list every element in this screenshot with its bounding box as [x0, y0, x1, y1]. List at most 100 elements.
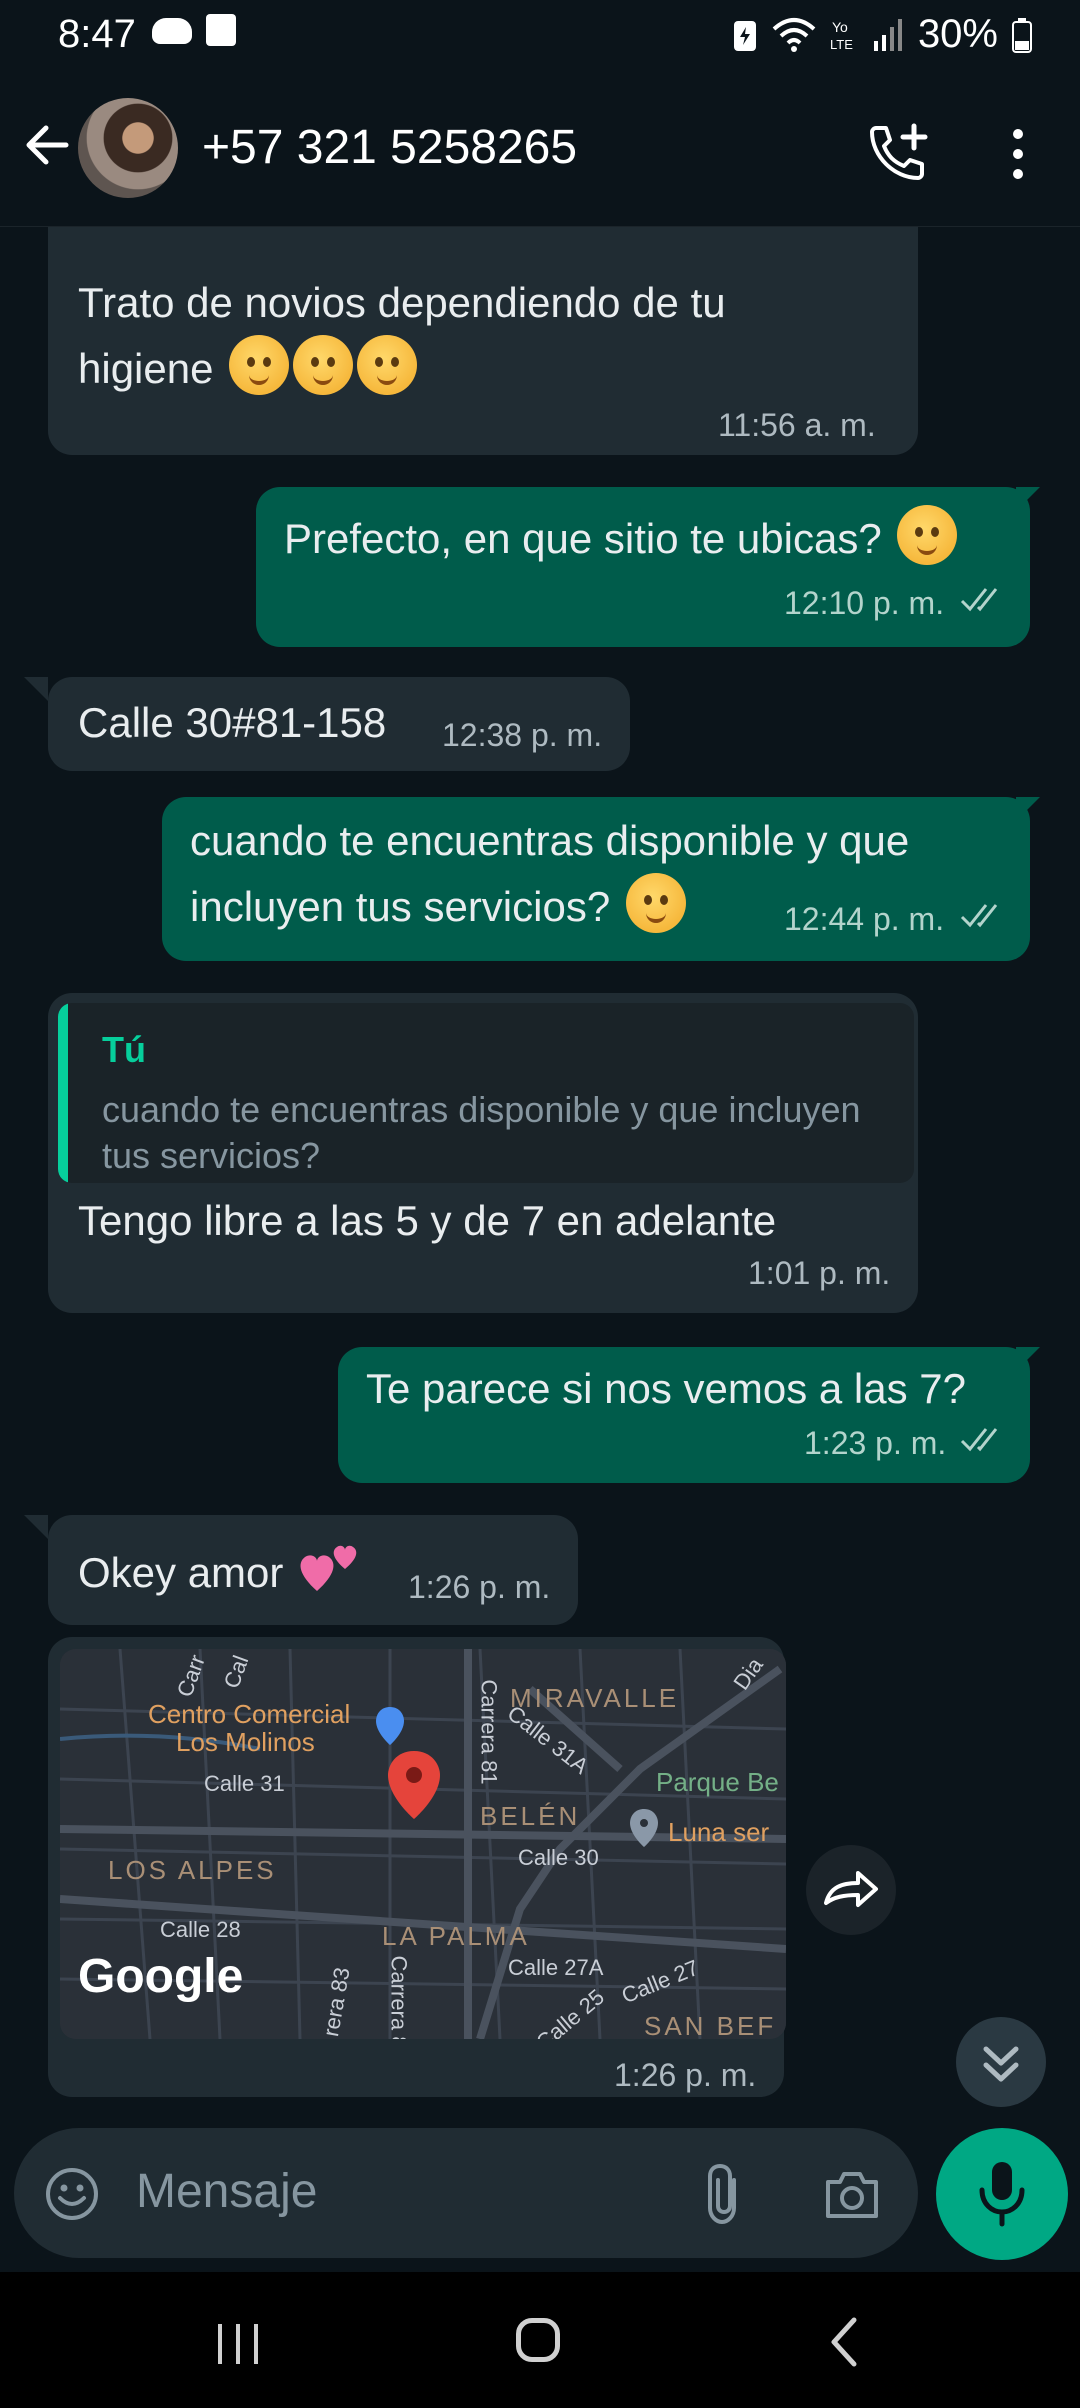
volte-icon: Yo LTE: [830, 19, 853, 52]
map-label-street: Carrera 8: [386, 1955, 412, 2039]
message-text: Tengo libre a las 5 y de 7 en adelante: [78, 1197, 777, 1244]
message-text: Okey amor: [78, 1535, 365, 1605]
quote-bar: [58, 1003, 68, 1183]
yum-face-emoji: [625, 873, 686, 933]
map-label-district: MIRAVALLE: [510, 1683, 680, 1713]
message-input[interactable]: Mensaje: [136, 2164, 317, 2219]
map-label-street: Calle 27A: [508, 1955, 604, 1980]
message-outgoing[interactable]: Prefecto, en que sitio te ubicas? 12:10 …: [256, 487, 1040, 647]
chat-area[interactable]: Trato de novios dependiendo de tu higien…: [0, 227, 1080, 2133]
avatar[interactable]: [78, 98, 178, 198]
scroll-to-bottom-button[interactable]: [956, 2017, 1046, 2107]
status-right: Yo LTE 30%: [732, 12, 1032, 57]
map-label-street: Calle 30: [518, 1845, 599, 1870]
svg-text:Yo: Yo: [832, 19, 848, 35]
message-text: Calle 30#81-158: [78, 699, 387, 746]
map-label-poi: Los Molinos: [176, 1727, 315, 1757]
map-label-street: Carrera 81: [476, 1679, 502, 1785]
message-text: Trato de novios dependiendo de tu: [78, 279, 726, 326]
message-text-line: incluyen tus servicios?: [190, 883, 611, 930]
battery-saver-icon: [733, 20, 756, 51]
microphone-icon: [979, 2162, 1025, 2227]
map-label-district: SAN BEF: [644, 2011, 777, 2039]
bubble-tail: [24, 1515, 48, 1539]
map-label-street: Calle 31: [204, 1771, 285, 1796]
quote-text: cuando te encuentras disponible y que in…: [102, 1089, 861, 1176]
message-time: 12:10 p. m.: [784, 585, 945, 621]
battery-percent: 30%: [917, 12, 998, 56]
svg-text:LTE: LTE: [830, 37, 853, 52]
message-time: 1:26 p. m.: [614, 2057, 757, 2093]
notification-icon: [152, 18, 192, 44]
message-text: cuando te encuentras disponible y que: [190, 817, 910, 864]
message-time: 12:38 p. m.: [442, 717, 603, 753]
message-text: higiene: [78, 335, 418, 401]
bubble-tail: [24, 677, 48, 701]
forward-button[interactable]: [806, 1845, 896, 1935]
quoted-message[interactable]: Tú cuando te encuentras disponible y que…: [58, 1003, 914, 1183]
message-outgoing[interactable]: cuando te encuentras disponible y que in…: [162, 797, 1040, 961]
message-text-line: Okey amor: [78, 1549, 284, 1596]
location-map[interactable]: Centro Comercial Los Molinos MIRAVALLE P…: [60, 1649, 786, 2039]
double-check-icon: [960, 904, 998, 928]
message-incoming[interactable]: Trato de novios dependiendo de tu higien…: [48, 227, 918, 455]
message-text: Te parece si nos vemos a las 7?: [366, 1365, 966, 1412]
double-check-icon: [960, 588, 998, 612]
recent-apps-icon[interactable]: [214, 2322, 264, 2366]
battery-icon: [1012, 17, 1032, 53]
message-incoming-reply[interactable]: Tú cuando te encuentras disponible y que…: [48, 993, 918, 1313]
map-label-poi: Centro Comercial: [148, 1699, 351, 1729]
chat-header: +57 321 5258265: [0, 70, 1080, 227]
map-label-street: Calle 28: [160, 1917, 241, 1942]
smiling-face-hearts-emoji: [229, 335, 290, 395]
system-back-icon[interactable]: [828, 2316, 858, 2368]
add-call-icon[interactable]: [868, 122, 932, 182]
message-composer[interactable]: Mensaje: [14, 2128, 918, 2258]
map-label-poi: Luna ser: [668, 1817, 770, 1847]
wifi-icon: [772, 17, 816, 52]
message-time: 11:56 a. m.: [718, 407, 876, 443]
message-time: 1:01 p. m.: [748, 1255, 891, 1291]
home-icon[interactable]: [516, 2318, 560, 2362]
drooling-face-emoji: [293, 335, 354, 395]
message-location[interactable]: Centro Comercial Los Molinos MIRAVALLE P…: [48, 1637, 786, 2097]
checkbox-notification-icon: [206, 14, 236, 46]
attach-icon[interactable]: [704, 2162, 744, 2226]
map-label-district: LA PALMA: [382, 1921, 530, 1951]
two-hearts-emoji: [300, 1545, 357, 1591]
status-time: 8:47: [58, 12, 136, 56]
message-incoming[interactable]: Okey amor 1:26 p. m.: [24, 1515, 578, 1625]
google-logo: Google: [78, 1950, 244, 2003]
message-incoming[interactable]: Calle 30#81-158 12:38 p. m.: [24, 677, 630, 771]
bubble-tail: [1016, 797, 1040, 821]
status-bar: 8:47 Yo LTE 30%: [0, 0, 1080, 70]
back-arrow-icon[interactable]: [22, 120, 72, 170]
camera-icon[interactable]: [822, 2168, 882, 2220]
emoji-icon[interactable]: [44, 2166, 100, 2222]
message-time: 12:44 p. m.: [784, 901, 945, 937]
map-label-district: LOS ALPES: [108, 1855, 277, 1885]
message-text: Prefecto, en que sitio te ubicas?: [284, 505, 958, 571]
double-check-icon: [960, 1428, 998, 1452]
status-notification-icons: [152, 14, 236, 46]
message-text: incluyen tus servicios?: [190, 873, 686, 939]
quote-author: Tú: [102, 1029, 146, 1070]
signal-icon: [873, 18, 902, 51]
system-nav-bar: [0, 2272, 1080, 2408]
bubble-tail: [1016, 1347, 1040, 1371]
smiling-face-emoji: [897, 505, 958, 565]
voice-message-button[interactable]: [936, 2128, 1068, 2260]
message-time: 1:26 p. m.: [408, 1569, 551, 1605]
double-chevron-down-icon: [983, 2046, 1019, 2082]
map-label-district: BELÉN: [480, 1801, 581, 1831]
message-outgoing[interactable]: Te parece si nos vemos a las 7? 1:23 p. …: [338, 1347, 1040, 1483]
message-text-line: higiene: [78, 345, 214, 392]
more-options-icon[interactable]: [1004, 126, 1032, 182]
map-label-park: Parque Be: [656, 1767, 779, 1797]
message-time: 1:23 p. m.: [804, 1425, 947, 1461]
forward-icon: [824, 1871, 878, 1907]
contact-name[interactable]: +57 321 5258265: [202, 120, 577, 175]
kissing-face-emoji: [357, 335, 418, 395]
bubble-tail: [1016, 487, 1040, 511]
message-text-line: Prefecto, en que sitio te ubicas?: [284, 515, 882, 562]
